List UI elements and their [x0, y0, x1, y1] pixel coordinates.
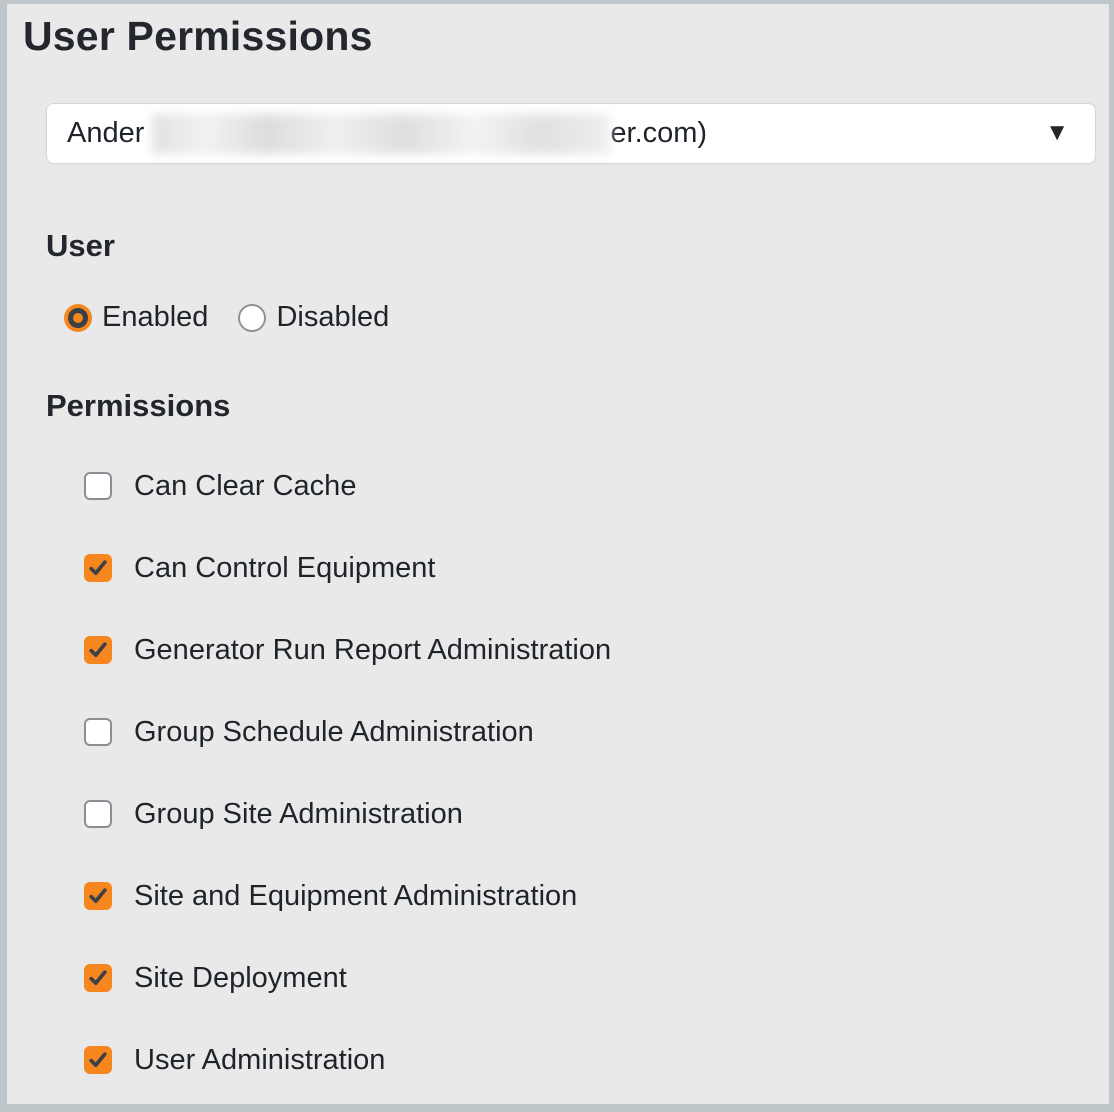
permission-label: Group Schedule Administration	[134, 716, 534, 749]
permission-row: Site and Equipment Administration	[84, 881, 1109, 911]
permission-row: Generator Run Report Administration	[84, 635, 1109, 665]
permission-label: User Administration	[134, 1044, 385, 1077]
permission-row: Group Schedule Administration	[84, 717, 1109, 747]
check-icon	[88, 640, 108, 660]
checkbox[interactable]	[84, 800, 112, 828]
radio-button-icon[interactable]	[238, 304, 266, 332]
radio-option-disabled[interactable]: Disabled	[238, 301, 389, 334]
radio-button-icon[interactable]	[64, 304, 92, 332]
permission-label: Group Site Administration	[134, 798, 463, 831]
permission-label: Generator Run Report Administration	[134, 634, 611, 667]
permissions-list: Can Clear Cache Can Control Equipment Ge…	[84, 471, 1109, 1075]
redacted-user-identity	[152, 114, 610, 154]
check-icon	[88, 558, 108, 578]
permissions-section-heading: Permissions	[46, 388, 1109, 424]
permission-label: Site Deployment	[134, 962, 347, 995]
user-select-value-prefix: Ander	[67, 117, 144, 150]
radio-option-label: Disabled	[276, 301, 389, 334]
check-icon	[88, 886, 108, 906]
permission-label: Can Clear Cache	[134, 470, 356, 503]
permission-row: User Administration	[84, 1045, 1109, 1075]
user-select-value-suffix: er.com)	[610, 117, 707, 150]
user-status-radio-group: Enabled Disabled	[64, 302, 1109, 334]
permission-label: Can Control Equipment	[134, 552, 435, 585]
caret-down-icon: ▼	[1045, 121, 1069, 145]
permission-row: Group Site Administration	[84, 799, 1109, 829]
checkbox[interactable]	[84, 472, 112, 500]
permission-row: Can Clear Cache	[84, 471, 1109, 501]
page-title: User Permissions	[23, 13, 1109, 60]
user-select-dropdown[interactable]: Ander er.com) ▼	[46, 103, 1096, 164]
checkbox[interactable]	[84, 636, 112, 664]
radio-option-label: Enabled	[102, 301, 208, 334]
permission-row: Site Deployment	[84, 963, 1109, 993]
checkbox[interactable]	[84, 964, 112, 992]
checkbox[interactable]	[84, 554, 112, 582]
check-icon	[88, 1050, 108, 1070]
check-icon	[88, 968, 108, 988]
checkbox[interactable]	[84, 1046, 112, 1074]
permission-row: Can Control Equipment	[84, 553, 1109, 583]
permission-label: Site and Equipment Administration	[134, 880, 577, 913]
checkbox[interactable]	[84, 882, 112, 910]
checkbox[interactable]	[84, 718, 112, 746]
radio-option-enabled[interactable]: Enabled	[64, 301, 208, 334]
user-permissions-panel: User Permissions Ander er.com) ▼ User En…	[0, 0, 1114, 1112]
user-section-heading: User	[46, 228, 1109, 264]
